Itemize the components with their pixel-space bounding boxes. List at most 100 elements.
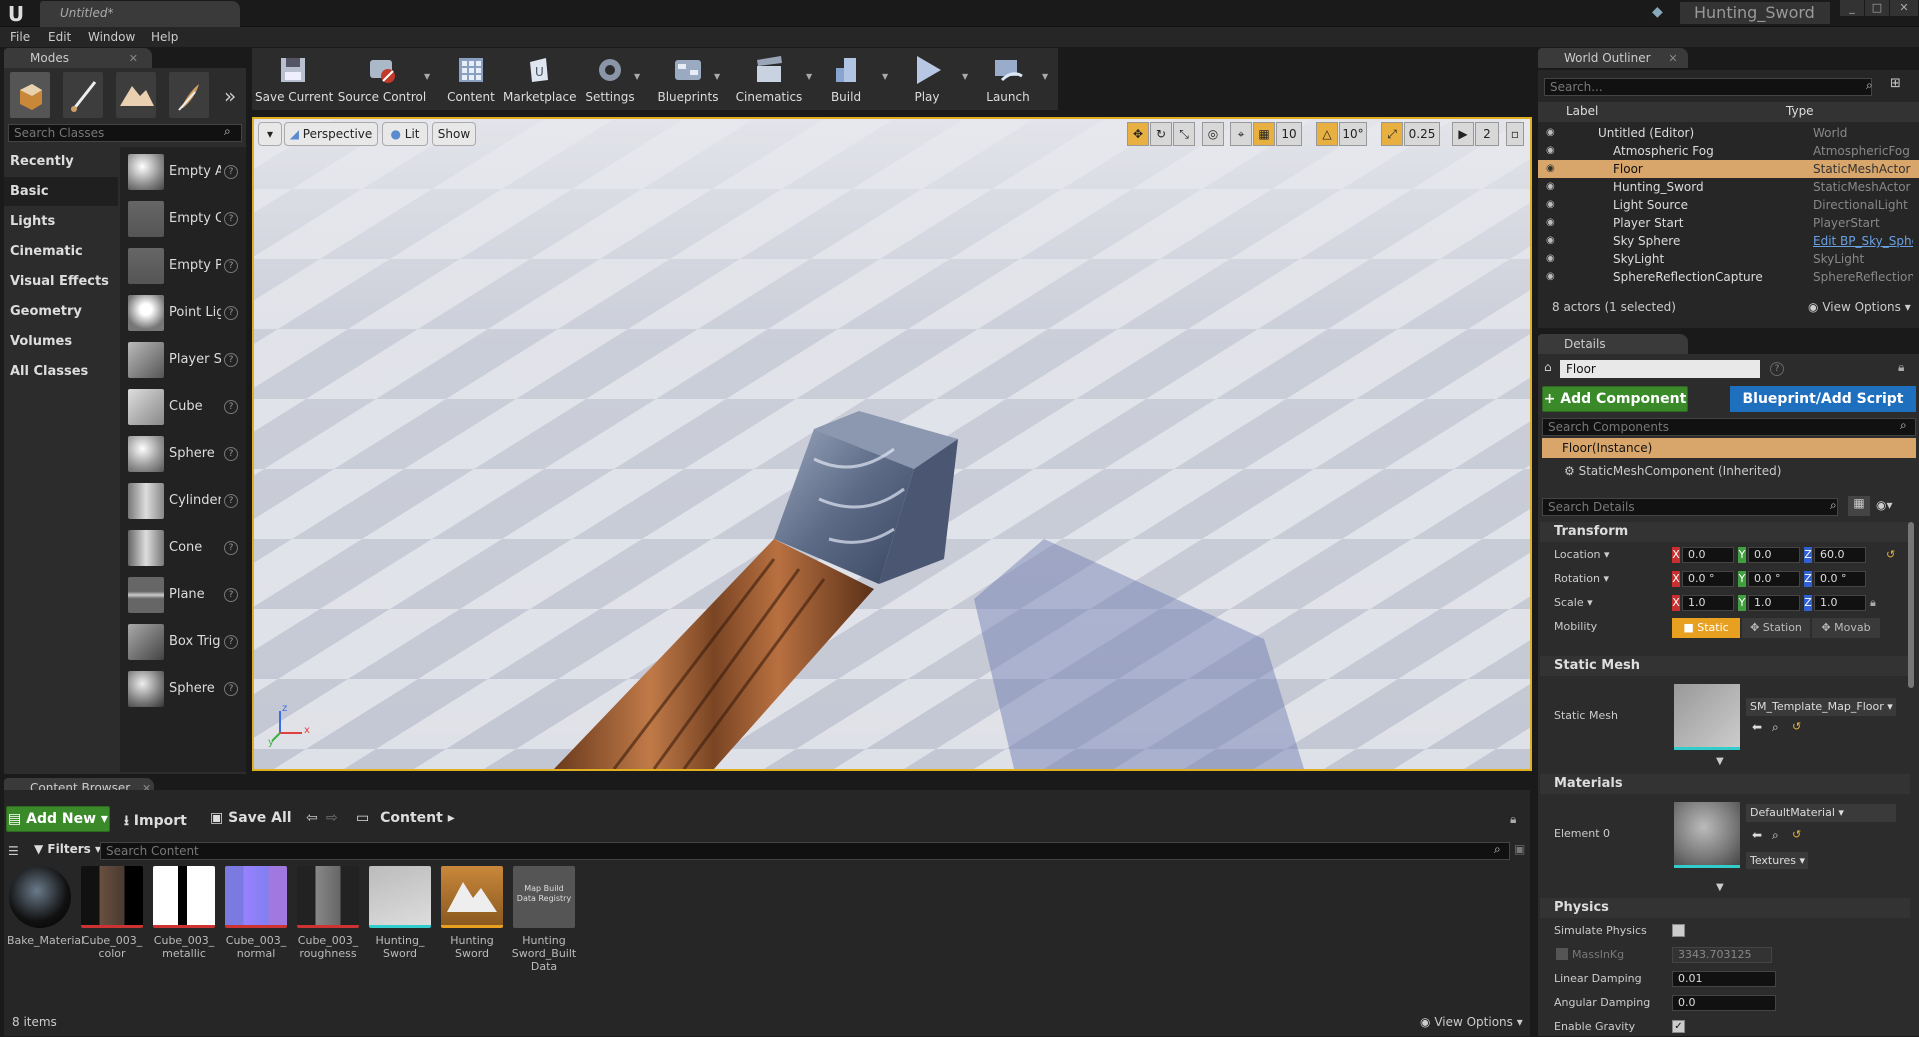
place-item-box-trigger[interactable]: Box Trig?: [124, 620, 242, 664]
place-mode-icon[interactable]: [10, 72, 50, 118]
eye-icon[interactable]: ◉: [1546, 142, 1555, 160]
marketplace-button[interactable]: U Marketplace: [503, 48, 577, 110]
add-component-button[interactable]: + Add Component: [1542, 386, 1688, 412]
place-item-empty-character[interactable]: Empty C?: [124, 197, 242, 241]
mobility-movable-button[interactable]: ✥ Movab: [1812, 618, 1880, 638]
material-thumbnail[interactable]: [1674, 802, 1740, 868]
lock-icon[interactable]: 🔒︎: [1898, 360, 1904, 375]
column-label-header[interactable]: Label: [1566, 104, 1598, 118]
expand-arrow-icon[interactable]: ▼: [1716, 882, 1724, 893]
help-icon[interactable]: ?: [1770, 362, 1784, 376]
forward-arrow-icon[interactable]: ⇨: [326, 810, 338, 826]
category-visual-effects[interactable]: Visual Effects: [4, 267, 118, 296]
eye-icon[interactable]: ◉: [1546, 178, 1555, 196]
place-item-plane[interactable]: Plane?: [124, 573, 242, 617]
menu-edit[interactable]: Edit: [48, 27, 71, 47]
scale-y-field[interactable]: 1.0: [1748, 595, 1800, 611]
category-cinematic[interactable]: Cinematic: [4, 237, 118, 266]
grid-snap-value[interactable]: 10: [1276, 122, 1302, 146]
use-selected-arrow-icon[interactable]: ⬅: [1752, 828, 1762, 842]
asset-tile[interactable]: Cube_003_ roughness: [295, 866, 361, 960]
rotation-snap-icon[interactable]: △: [1316, 122, 1338, 146]
help-icon[interactable]: ?: [224, 259, 238, 273]
reset-arrow-icon[interactable]: ↺: [1792, 828, 1801, 841]
angular-damping-field[interactable]: 0.0: [1672, 995, 1776, 1011]
location-y-field[interactable]: 0.0: [1748, 547, 1800, 563]
static-mesh-dropdown[interactable]: SM_Template_Map_Floor ▾: [1746, 698, 1896, 716]
category-geometry[interactable]: Geometry: [4, 297, 118, 326]
help-icon[interactable]: ?: [224, 165, 238, 179]
category-volumes[interactable]: Volumes: [4, 327, 118, 356]
asset-tile[interactable]: Bake_Material: [7, 866, 84, 947]
world-outliner-tab[interactable]: World Outliner ✕: [1538, 48, 1688, 68]
help-icon[interactable]: ?: [224, 635, 238, 649]
close-window-button[interactable]: ✕: [1890, 0, 1918, 16]
rotation-z-field[interactable]: 0.0 °: [1814, 571, 1866, 587]
translate-tool-icon[interactable]: ✥: [1127, 122, 1149, 146]
asset-tile[interactable]: Map Build Data Registry Hunting Sword_Bui…: [511, 866, 577, 973]
modes-tab[interactable]: Modes ✕: [4, 48, 152, 68]
blueprints-button[interactable]: Blueprints: [656, 48, 720, 110]
camera-speed-value[interactable]: 2: [1475, 122, 1499, 146]
scale-snap-icon[interactable]: ⤢: [1381, 122, 1403, 146]
sources-toggle-icon[interactable]: ☰: [8, 844, 19, 858]
content-button[interactable]: Content: [443, 48, 499, 110]
browse-search-icon[interactable]: ⌕: [1772, 828, 1779, 843]
place-item-empty-pawn[interactable]: Empty P?: [124, 244, 242, 288]
scale-x-field[interactable]: 1.0: [1682, 595, 1734, 611]
lit-button[interactable]: ● Lit: [382, 122, 428, 146]
textures-dropdown[interactable]: Textures ▾: [1746, 852, 1808, 869]
import-button[interactable]: ⭳ Import: [124, 810, 187, 834]
place-item-cone[interactable]: Cone?: [124, 526, 242, 570]
outliner-row[interactable]: ◉ Sky Sphere Edit BP_Sky_Sphe: [1538, 232, 1919, 250]
help-icon[interactable]: ?: [224, 306, 238, 320]
play-button[interactable]: Play: [900, 48, 954, 110]
settings-button[interactable]: Settings: [580, 48, 640, 110]
physics-section[interactable]: Physics: [1540, 898, 1910, 918]
outliner-row[interactable]: ◉ Untitled (Editor) World: [1538, 124, 1919, 142]
material-dropdown[interactable]: DefaultMaterial ▾: [1746, 804, 1896, 822]
save-all-button[interactable]: ▣ Save All: [210, 810, 292, 826]
rotation-snap-value[interactable]: 10°: [1339, 122, 1367, 146]
eye-icon[interactable]: ◉: [1546, 124, 1555, 142]
foliage-mode-icon[interactable]: [169, 72, 209, 118]
static-mesh-component-row[interactable]: ⚙ StaticMeshComponent (Inherited): [1564, 464, 1781, 478]
simulate-physics-checkbox[interactable]: [1672, 924, 1685, 937]
cinematics-button[interactable]: Cinematics: [732, 48, 806, 110]
help-icon[interactable]: ?: [224, 494, 238, 508]
outliner-row[interactable]: ◉ Hunting_Sword StaticMeshActor: [1538, 178, 1919, 196]
dropdown-arrow-icon[interactable]: ▼: [882, 72, 888, 81]
outliner-row-selected[interactable]: ◉ Floor StaticMeshActor: [1538, 160, 1919, 178]
lock-icon[interactable]: 🔒︎: [1870, 596, 1876, 610]
outliner-row[interactable]: ◉ SkyLight SkyLight: [1538, 250, 1919, 268]
scale-label[interactable]: Scale ▾: [1554, 593, 1593, 613]
rotate-tool-icon[interactable]: ↻: [1150, 122, 1172, 146]
back-arrow-icon[interactable]: ⇦: [306, 810, 318, 826]
property-matrix-icon[interactable]: ▦: [1848, 496, 1870, 516]
add-new-button[interactable]: ▤ Add New ▾: [6, 806, 110, 832]
menu-help[interactable]: Help: [151, 27, 178, 47]
outliner-view-options[interactable]: ◉ View Options ▾: [1808, 300, 1911, 314]
search-details-input[interactable]: Search Details: [1542, 498, 1838, 516]
eye-icon[interactable]: ◉: [1546, 232, 1555, 250]
help-icon[interactable]: ?: [224, 447, 238, 461]
reset-arrow-icon[interactable]: ↺: [1886, 548, 1895, 561]
save-search-icon[interactable]: ▣: [1514, 842, 1525, 856]
place-item-empty-actor[interactable]: Empty A?: [124, 150, 242, 194]
dropdown-arrow-icon[interactable]: ▼: [714, 72, 720, 81]
asset-tile[interactable]: Cube_003_ color: [79, 866, 145, 960]
add-filter-icon[interactable]: ⊞: [1890, 76, 1901, 91]
help-icon[interactable]: ?: [224, 400, 238, 414]
place-item-cylinder[interactable]: Cylinder?: [124, 479, 242, 523]
maximize-button[interactable]: □: [1865, 0, 1889, 16]
landscape-mode-icon[interactable]: [116, 72, 156, 118]
search-components-input[interactable]: Search Components: [1542, 418, 1916, 436]
eye-icon[interactable]: ◉: [1546, 250, 1555, 268]
eye-icon[interactable]: ◉: [1546, 196, 1555, 214]
dropdown-arrow-icon[interactable]: ▼: [424, 72, 430, 81]
mobility-static-button[interactable]: ■ Static: [1672, 618, 1740, 638]
location-x-field[interactable]: 0.0: [1682, 547, 1734, 563]
asset-tile[interactable]: Hunting_ Sword: [367, 866, 433, 960]
scale-z-field[interactable]: 1.0: [1814, 595, 1866, 611]
place-item-sphere-trigger[interactable]: Sphere ?: [124, 667, 242, 711]
